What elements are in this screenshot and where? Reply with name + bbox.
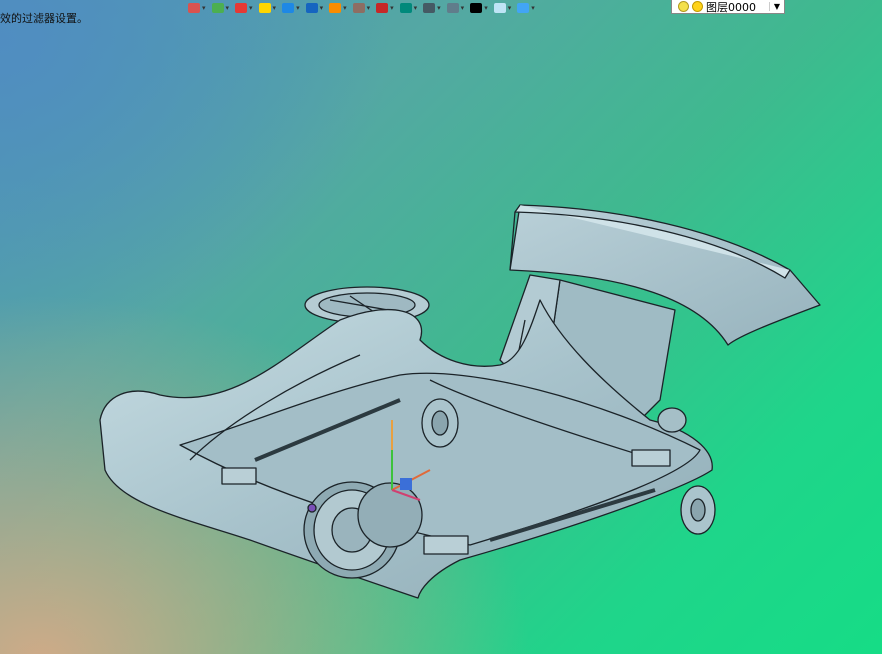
mount-bracket[interactable] [631, 449, 671, 467]
caster-wheel-center[interactable] [421, 398, 459, 448]
mount-bracket[interactable] [221, 467, 257, 485]
caster-wheel-right[interactable] [680, 485, 716, 535]
mount-bracket[interactable] [423, 535, 469, 555]
3d-viewport[interactable]: 效的过滤器设置。 ▾ ▾ ▾ ▾ ▾ ▾ ▾ ▾ ▾ ▾ ▾ ▾ ▾ ▾ ▾ 图层0000 ▼ [0, 0, 882, 654]
caster-wheel-rear[interactable] [657, 407, 687, 433]
go-kart-model[interactable] [0, 0, 882, 654]
